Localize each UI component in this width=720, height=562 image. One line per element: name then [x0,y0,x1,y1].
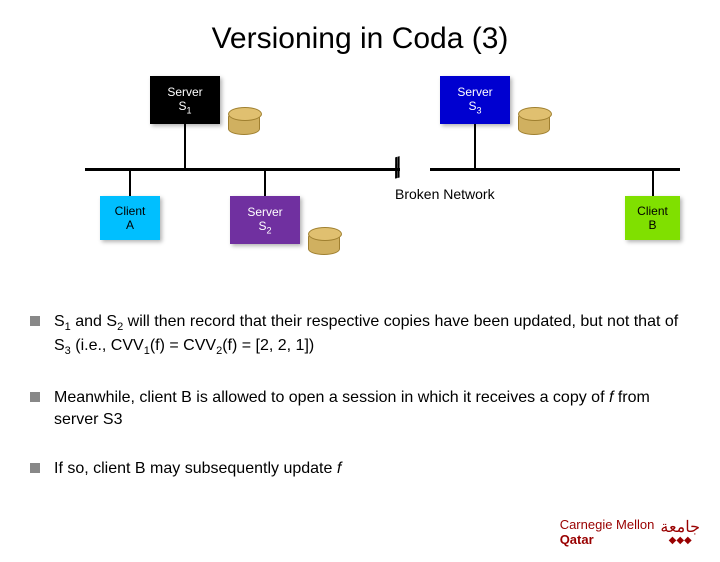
network-diagram: / / Server S1 Server S3 Client A Server … [0,71,720,301]
server-s3-label: Server [440,85,510,99]
disk-icon-s1 [228,111,260,135]
bullet-icon [30,392,40,402]
client-b-label: Client [625,204,680,218]
bus-line-left [85,168,400,171]
page-title: Versioning in Coda (3) [0,22,720,56]
client-b-box: Client B [625,196,680,240]
broken-network-label: Broken Network [395,186,495,202]
bullet-item-2: Meanwhile, client B is allowed to open a… [30,387,690,430]
bullet-list: S1 and S2 will then record that their re… [30,311,690,480]
client-a-box: Client A [100,196,160,240]
logo-arabic-icon: جامعة ◆◆◆ [660,520,700,546]
client-a-id: A [100,218,160,232]
server-s3-box: Server S3 [440,76,510,124]
server-s1-label: Server [150,85,220,99]
server-s3-id: S3 [440,99,510,115]
server-s2-id: S2 [230,219,300,235]
connector-client-b [652,170,654,197]
bullet-text-1: S1 and S2 will then record that their re… [54,311,690,359]
bullet-text-3: If so, client B may subsequently update … [54,458,341,480]
bullet-text-2: Meanwhile, client B is allowed to open a… [54,387,690,430]
bus-line-right [430,168,680,171]
client-a-label: Client [100,204,160,218]
disk-icon-s2 [308,231,340,255]
connector-s1 [184,124,186,169]
connector-client-a [129,170,131,197]
cmu-qatar-logo: Carnegie Mellon Qatar جامعة ◆◆◆ [560,518,700,547]
bullet-icon [30,463,40,473]
server-s1-id: S1 [150,99,220,115]
bullet-icon [30,316,40,326]
server-s2-box: Server S2 [230,196,300,244]
disk-icon-s3 [518,111,550,135]
bullet-item-3: If so, client B may subsequently update … [30,458,690,480]
connector-s3 [474,124,476,169]
bullet-item-1: S1 and S2 will then record that their re… [30,311,690,359]
server-s2-label: Server [230,205,300,219]
logo-text: Carnegie Mellon Qatar [560,518,655,547]
connector-s2 [264,170,266,197]
server-s1-box: Server S1 [150,76,220,124]
client-b-id: B [625,218,680,232]
